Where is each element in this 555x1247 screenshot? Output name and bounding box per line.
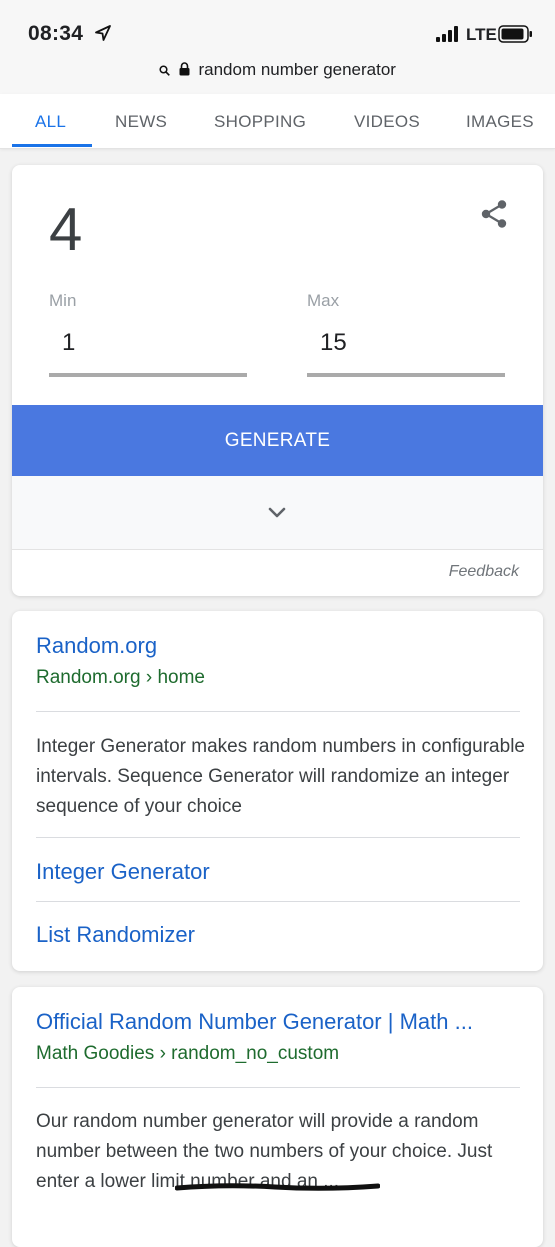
network-type: LTE (466, 25, 497, 44)
tab-images[interactable]: IMAGES (466, 112, 534, 132)
share-icon[interactable] (480, 199, 508, 229)
location-arrow-icon (95, 25, 111, 41)
tab-news[interactable]: NEWS (115, 112, 167, 132)
address-text: random number generator (198, 60, 396, 79)
divider (36, 837, 520, 838)
max-input-underline (307, 373, 505, 377)
divider (36, 901, 520, 902)
generate-button[interactable]: GENERATE (12, 405, 543, 476)
status-bar: 08:34 LTE (0, 0, 555, 56)
result-title-link[interactable]: Official Random Number Generator | Math … (36, 1009, 473, 1035)
lock-icon (179, 62, 190, 76)
max-input[interactable]: 15 (320, 329, 347, 357)
feedback-link[interactable]: Feedback (449, 563, 519, 581)
sitelink-list-randomizer[interactable]: List Randomizer (36, 922, 195, 948)
result-url: Random.org › home (36, 667, 205, 688)
tab-videos[interactable]: VIDEOS (354, 112, 420, 132)
address-bar[interactable]: random number generator (0, 56, 555, 94)
min-input[interactable]: 1 (62, 329, 75, 357)
active-tab-indicator (12, 144, 92, 147)
result-snippet: Integer Generator makes random numbers i… (36, 736, 525, 817)
max-label: Max (307, 291, 340, 310)
search-tabs: ALL NEWS SHOPPING VIDEOS IMAGES (0, 94, 555, 149)
search-result-card: Official Random Number Generator | Math … (12, 987, 543, 1247)
tab-all[interactable]: ALL (35, 112, 66, 132)
sitelink-integer-generator[interactable]: Integer Generator (36, 859, 210, 885)
battery-icon (498, 25, 532, 43)
divider (36, 711, 520, 712)
tab-shopping[interactable]: SHOPPING (214, 112, 306, 132)
search-result-card: Random.org Random.org › home Integer Gen… (12, 611, 543, 971)
generate-button-label: GENERATE (224, 429, 331, 451)
min-input-underline (49, 373, 247, 377)
min-label: Min (49, 291, 77, 310)
result-title-link[interactable]: Random.org (36, 633, 157, 659)
divider (36, 1087, 520, 1088)
chevron-down-icon[interactable] (267, 506, 287, 520)
scribble-mark (175, 1183, 380, 1191)
generated-number: 4 (49, 196, 83, 263)
signal-bars-icon (436, 26, 458, 42)
search-icon (159, 65, 170, 76)
clock-time: 08:34 (28, 22, 84, 45)
result-url: Math Goodies › random_no_custom (36, 1043, 340, 1064)
random-number-card: 4 Min 1 Max 15 GENERATE Feedback (12, 165, 543, 596)
expand-section[interactable] (12, 476, 543, 550)
address-bar-content: random number generator (0, 60, 555, 80)
